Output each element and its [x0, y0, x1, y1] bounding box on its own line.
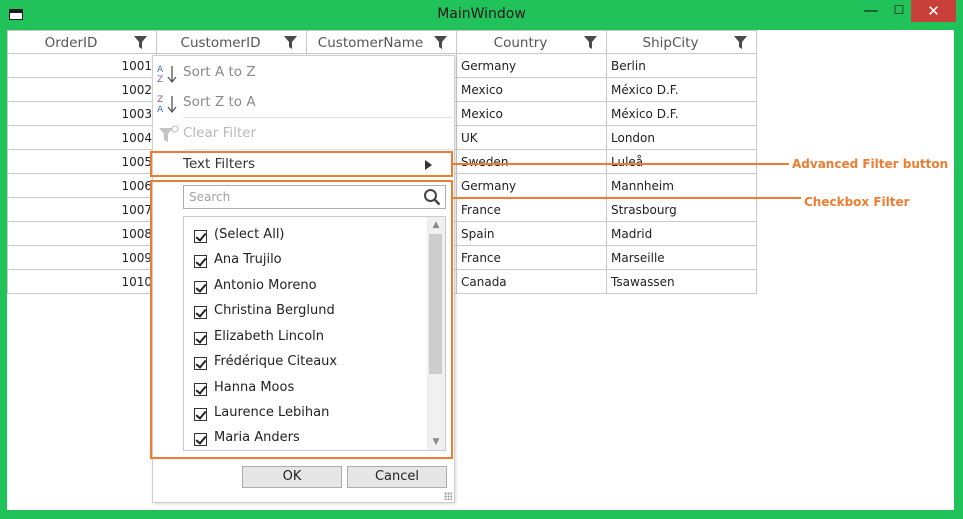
filter-icon[interactable]	[134, 36, 147, 50]
filter-icon[interactable]	[434, 36, 447, 50]
column-header-shipcity[interactable]: ShipCity	[607, 30, 757, 54]
title-bar: MainWindow — ☐ ✕	[0, 0, 963, 30]
column-header-label: CustomerName	[317, 35, 424, 51]
sort-a-to-z-label: Sort A to Z	[183, 64, 256, 80]
filter-icon[interactable]	[734, 36, 747, 50]
cell-orderid[interactable]: 1005	[7, 150, 157, 174]
cell-shipcity[interactable]: México D.F.	[607, 102, 757, 126]
filter-icon[interactable]	[284, 36, 297, 50]
cell-country[interactable]: France	[457, 246, 607, 270]
menu-divider	[183, 117, 453, 118]
cell-country[interactable]: Germany	[457, 174, 607, 198]
advanced-filter-highlight	[150, 151, 453, 177]
cell-country[interactable]: Mexico	[457, 102, 607, 126]
cell-country[interactable]: Sweden	[457, 150, 607, 174]
cell-shipcity[interactable]: Luleå	[607, 150, 757, 174]
svg-text:Z: Z	[157, 75, 163, 85]
cell-country[interactable]: Spain	[457, 222, 607, 246]
clear-filter-label: Clear Filter	[183, 125, 257, 141]
cell-shipcity[interactable]: Tsawassen	[607, 270, 757, 294]
cell-country[interactable]: Germany	[457, 54, 607, 78]
callout-connector	[453, 163, 789, 165]
column-header-label: OrderID	[44, 35, 98, 51]
cell-shipcity[interactable]: Mannheim	[607, 174, 757, 198]
cell-shipcity[interactable]: London	[607, 126, 757, 150]
svg-text:A: A	[157, 65, 164, 75]
column-header-customername[interactable]: CustomerName	[307, 30, 457, 54]
sort-z-to-a-item[interactable]: Z A Sort Z to A	[153, 88, 454, 118]
maximize-button[interactable]: ☐	[884, 0, 914, 22]
ok-button[interactable]: OK	[242, 466, 342, 488]
clear-filter-item[interactable]: Clear Filter	[153, 119, 454, 149]
column-header-customerid[interactable]: CustomerID	[157, 30, 307, 54]
cell-orderid[interactable]: 1006	[7, 174, 157, 198]
checkbox-filter-callout: Checkbox Filter	[804, 195, 910, 209]
svg-text:Z: Z	[157, 95, 163, 105]
cell-shipcity[interactable]: México D.F.	[607, 78, 757, 102]
column-header-label: CustomerID	[180, 35, 261, 51]
grid-header-row: OrderID CustomerID CustomerName Country …	[7, 30, 758, 54]
cell-country[interactable]: UK	[457, 126, 607, 150]
sort-a-to-z-item[interactable]: A Z Sort A to Z	[153, 58, 454, 88]
cell-shipcity[interactable]: Berlin	[607, 54, 757, 78]
window-title: MainWindow	[437, 6, 526, 22]
resize-grip-icon[interactable]	[444, 492, 452, 500]
cell-shipcity[interactable]: Marseille	[607, 246, 757, 270]
cell-orderid[interactable]: 1002	[7, 78, 157, 102]
cell-orderid[interactable]: 1001	[7, 54, 157, 78]
sort-z-to-a-label: Sort Z to A	[183, 94, 256, 110]
column-header-orderid[interactable]: OrderID	[7, 30, 157, 54]
clear-filter-icon	[159, 125, 179, 142]
checkbox-filter-highlight	[150, 180, 453, 459]
svg-text:A: A	[157, 105, 164, 115]
advanced-filter-callout: Advanced Filter button	[792, 157, 949, 171]
cell-orderid[interactable]: 1004	[7, 126, 157, 150]
close-button[interactable]: ✕	[911, 0, 956, 22]
cell-country[interactable]: Canada	[457, 270, 607, 294]
sort-ascending-icon: A Z	[157, 65, 177, 85]
cancel-button[interactable]: Cancel	[347, 466, 447, 488]
cell-country[interactable]: France	[457, 198, 607, 222]
cell-country[interactable]: Mexico	[457, 78, 607, 102]
cell-orderid[interactable]: 1007	[7, 198, 157, 222]
cell-shipcity[interactable]: Strasbourg	[607, 198, 757, 222]
column-header-label: Country	[493, 35, 548, 51]
column-header-country[interactable]: Country	[457, 30, 607, 54]
cell-shipcity[interactable]: Madrid	[607, 222, 757, 246]
column-header-label: ShipCity	[642, 35, 699, 51]
cell-orderid[interactable]: 1009	[7, 246, 157, 270]
cell-orderid[interactable]: 1008	[7, 222, 157, 246]
callout-connector	[453, 197, 801, 199]
minimize-button[interactable]: —	[856, 0, 886, 22]
cell-orderid[interactable]: 1010	[7, 270, 157, 294]
cell-orderid[interactable]: 1003	[7, 102, 157, 126]
sort-descending-icon: Z A	[157, 95, 177, 115]
filter-icon[interactable]	[584, 36, 597, 50]
